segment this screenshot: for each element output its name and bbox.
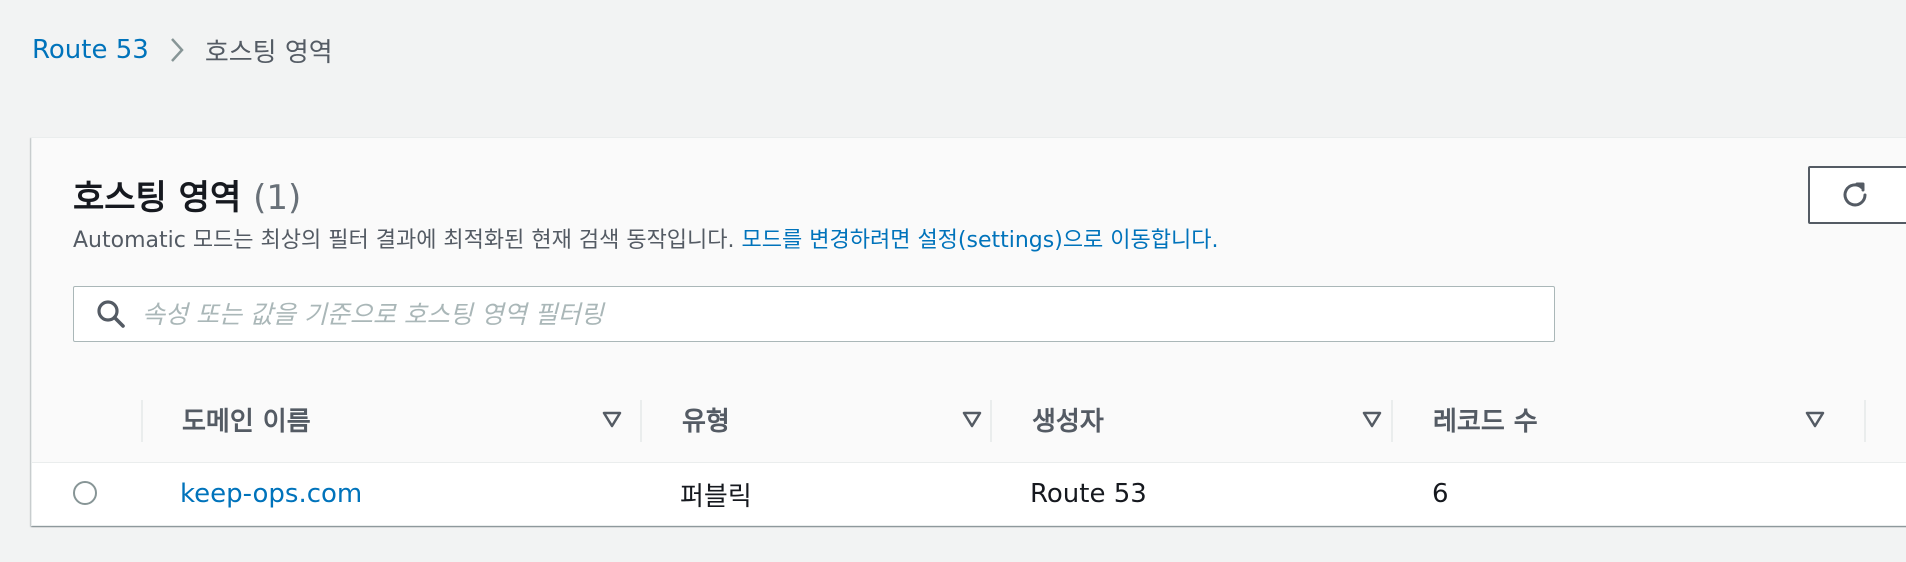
settings-link[interactable]: 모드를 변경하려면 설정(settings)으로 이동합니다. xyxy=(742,228,1219,253)
column-divider xyxy=(141,400,143,442)
column-divider xyxy=(990,400,992,442)
refresh-button[interactable] xyxy=(1808,166,1906,224)
title-count: (1) xyxy=(253,178,302,218)
description-text: Automatic 모드는 최상의 필터 결과에 최적화된 현재 검색 동작입니… xyxy=(73,228,742,253)
sort-triangle-icon xyxy=(1805,411,1825,428)
column-header-type[interactable]: 유형 xyxy=(682,376,1022,462)
row-select-radio[interactable] xyxy=(73,481,97,505)
hosted-zones-panel: 호스팅 영역 (1) Automatic 모드는 최상의 필터 결과에 최적화된… xyxy=(31,137,1906,526)
column-header-label: 생성자 xyxy=(1032,406,1104,437)
panel-header: 호스팅 영역 (1) Automatic 모드는 최상의 필터 결과에 최적화된… xyxy=(32,138,1906,377)
column-divider xyxy=(1391,400,1393,442)
title-text: 호스팅 영역 xyxy=(73,178,242,218)
column-header-label: 유형 xyxy=(682,406,730,437)
search-icon xyxy=(94,297,128,331)
sort-triangle-icon xyxy=(1362,411,1382,428)
search-field[interactable] xyxy=(73,286,1555,342)
page-title: 호스팅 영역 (1) xyxy=(73,170,301,219)
type-cell: 퍼블릭 xyxy=(680,481,752,512)
column-header-created-by[interactable]: 생성자 xyxy=(1032,376,1432,462)
column-header-label: 도메인 이름 xyxy=(182,406,311,437)
table-header: 도메인 이름 유형 생성자 레코드 수 xyxy=(32,376,1906,463)
record-count-cell: 6 xyxy=(1432,479,1449,509)
sort-triangle-icon xyxy=(962,411,982,428)
chevron-right-icon xyxy=(169,36,185,64)
search-input[interactable] xyxy=(140,293,1524,335)
breadcrumb-route53-link[interactable]: Route 53 xyxy=(32,35,149,65)
column-divider xyxy=(1864,400,1866,442)
column-header-record-count[interactable]: 레코드 수 xyxy=(1433,376,1853,462)
sort-triangle-icon xyxy=(602,411,622,428)
breadcrumb-current: 호스팅 영역 xyxy=(204,37,333,68)
column-header-domain-name[interactable]: 도메인 이름 xyxy=(182,376,642,462)
created-by-cell: Route 53 xyxy=(1030,479,1147,509)
search-mode-description: Automatic 모드는 최상의 필터 결과에 최적화된 현재 검색 동작입니… xyxy=(73,222,1218,254)
refresh-icon xyxy=(1843,182,1867,207)
column-divider xyxy=(640,400,642,442)
domain-name-link[interactable]: keep-ops.com xyxy=(180,463,362,525)
column-header-label: 레코드 수 xyxy=(1433,406,1538,437)
breadcrumb: Route 53 호스팅 영역 xyxy=(32,30,333,70)
table-row[interactable]: keep-ops.com 퍼블릭 Route 53 6 xyxy=(32,463,1906,526)
